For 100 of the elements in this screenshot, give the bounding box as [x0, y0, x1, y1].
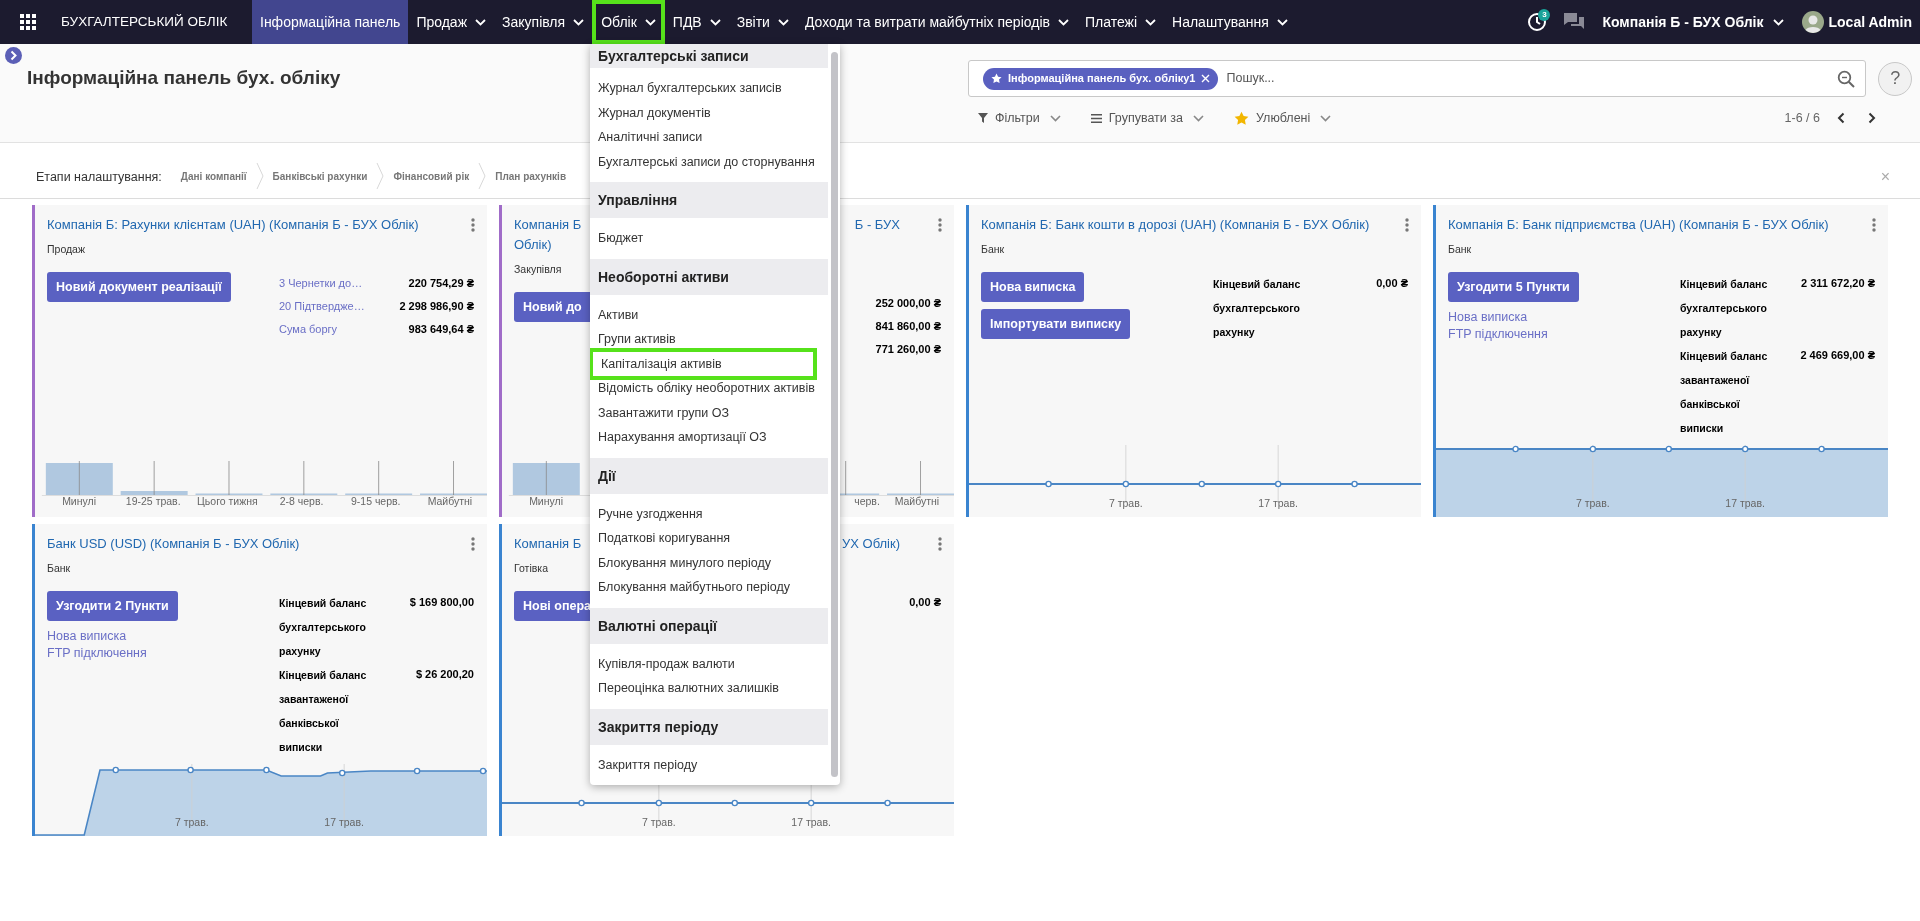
- caret-icon: [709, 18, 721, 26]
- data-point: [731, 799, 739, 807]
- menu-item[interactable]: Блокування минулого періоду: [590, 550, 828, 575]
- filter-dropdown[interactable]: Фільтри: [978, 108, 1061, 128]
- data-point: [807, 799, 815, 807]
- stat-value: 2 298 986,90 ₴: [399, 299, 474, 314]
- menu-item[interactable]: Податкові коригування: [590, 526, 828, 551]
- card-title-link[interactable]: УХ Облік): [842, 534, 900, 554]
- nav-menu-item[interactable]: Інформаційна панель: [252, 0, 409, 44]
- axis-label: Минулі: [62, 494, 96, 510]
- kebab-menu-icon[interactable]: [471, 537, 475, 551]
- menu-item[interactable]: Відомість обліку необоротних активів: [590, 376, 828, 401]
- nav-menu-item[interactable]: Закупівля: [494, 0, 593, 44]
- expand-chevron-icon[interactable]: [5, 47, 22, 64]
- menu-item[interactable]: Аналітичні записи: [590, 125, 828, 150]
- menu-item[interactable]: Бюджет: [590, 226, 828, 251]
- menu-item[interactable]: Купівля-продаж валюти: [590, 651, 828, 676]
- card-title-link[interactable]: Компанія Б: Банк кошти в дорозі (UAH) (Компанія Б - БУХ Облік): [981, 215, 1370, 235]
- card-title-link[interactable]: Компанія Б: [514, 215, 582, 235]
- menu-item[interactable]: Ручне узгодження: [590, 501, 828, 526]
- menu-item[interactable]: Завантажити групи ОЗ: [590, 400, 828, 425]
- company-switcher[interactable]: Компанія Б - БУХ Облік: [1602, 11, 1784, 33]
- step-separator: [376, 163, 385, 189]
- stat-link[interactable]: Сума боргу: [279, 318, 338, 341]
- stat-value: 2 311 672,20 ₴: [1801, 276, 1875, 291]
- user-menu[interactable]: Local Admin: [1801, 11, 1912, 33]
- stat-link[interactable]: 3 Чернетки до…: [279, 272, 363, 295]
- kebab-menu-icon[interactable]: [471, 218, 475, 232]
- caret-icon: [777, 18, 789, 26]
- nav-menu-item[interactable]: ПДВ: [664, 0, 729, 44]
- data-point: [1741, 445, 1749, 453]
- apps-menu-icon[interactable]: [20, 14, 36, 30]
- nav-menu-item[interactable]: Звіти: [728, 0, 797, 44]
- axis-label: 7 трав.: [1108, 496, 1143, 512]
- notification-badge: 3: [1538, 9, 1551, 21]
- setup-step[interactable]: Фінансовий рік: [384, 165, 479, 189]
- nav-menu-item[interactable]: Продаж: [408, 0, 495, 44]
- kebab-menu-icon[interactable]: [938, 218, 942, 232]
- filter-dropdown[interactable]: Улюблені: [1234, 108, 1332, 128]
- menu-item[interactable]: Журнал бухгалтерських записів: [590, 76, 828, 101]
- action-button[interactable]: Імпортувати виписку: [981, 309, 1131, 339]
- setup-step[interactable]: Дані компанії: [171, 165, 256, 189]
- stat-value: 220 754,29 ₴: [408, 276, 474, 291]
- menu-item[interactable]: Групи активів: [590, 327, 828, 352]
- menu-item[interactable]: Бухгалтерські записи до сторнування: [590, 149, 828, 174]
- data-point: [1351, 480, 1358, 488]
- menu-item[interactable]: Переоцінка валютних залишків: [590, 676, 828, 701]
- app-title: БУХГАЛТЕРСЬКИЙ ОБЛІК: [61, 12, 229, 31]
- data-point: [1045, 480, 1052, 488]
- kebab-menu-icon[interactable]: [1872, 218, 1876, 232]
- kebab-menu-icon[interactable]: [1405, 218, 1409, 232]
- nav-menu-item[interactable]: Облік: [592, 0, 665, 44]
- previous-page-icon[interactable]: [1837, 112, 1845, 124]
- menu-item[interactable]: Нарахування амортизації ОЗ: [590, 425, 828, 450]
- card-title-link[interactable]: Компанія Б: [514, 534, 582, 554]
- caret-icon: [1057, 18, 1069, 26]
- card-title-link[interactable]: Облік): [514, 235, 552, 255]
- action-button[interactable]: Новий документ реалізації: [47, 272, 231, 302]
- menu-section-header: Бухгалтерські записи: [590, 44, 828, 68]
- setup-step[interactable]: План рахунків: [486, 165, 576, 189]
- next-page-icon[interactable]: [1868, 112, 1876, 124]
- caret-icon: [475, 18, 487, 26]
- data-point: [884, 799, 891, 807]
- nav-menu-item[interactable]: Доходи та витрати майбутніх періодів: [796, 0, 1077, 44]
- card-link[interactable]: Нова виписка: [1448, 309, 1548, 326]
- stat-value: 2 469 669,00 ₴: [1800, 348, 1875, 363]
- scrollbar[interactable]: [830, 52, 838, 777]
- axis-label: 17 трав.: [791, 815, 831, 831]
- activity-clock-icon[interactable]: [1527, 12, 1548, 32]
- action-button[interactable]: Узгодити 5 Пункти: [1448, 272, 1579, 302]
- bar: [512, 463, 580, 495]
- action-button[interactable]: Узгодити 2 Пункти: [47, 591, 178, 621]
- search-icon[interactable]: [1837, 69, 1856, 88]
- nav-menu-item[interactable]: Платежі: [1076, 0, 1165, 44]
- kebab-menu-icon[interactable]: [938, 537, 942, 551]
- card-title-link[interactable]: Б - БУХ: [854, 215, 900, 235]
- chat-icon[interactable]: [1564, 13, 1585, 31]
- axis-label: 19-25 трав.: [125, 494, 181, 510]
- filter-icon: [978, 113, 988, 123]
- setup-step[interactable]: Банківські рахунки: [263, 165, 377, 189]
- close-icon[interactable]: [1201, 74, 1211, 83]
- card-link[interactable]: FTP підключення: [47, 645, 147, 662]
- data-point: [187, 766, 194, 774]
- pager-counter: 1-6 / 6: [1784, 109, 1820, 127]
- step-separator: [255, 163, 264, 189]
- nav-menu-item[interactable]: Налаштування: [1164, 0, 1296, 44]
- card-link[interactable]: FTP підключення: [1448, 326, 1548, 343]
- menu-item[interactable]: Закриття періоду: [590, 752, 828, 777]
- card-title-link[interactable]: Банк USD (USD) (Компанія Б - БУХ Облік): [47, 534, 300, 554]
- card-link[interactable]: Нова виписка: [47, 628, 147, 645]
- card-title-link[interactable]: Компанія Б: Банк підприємства (UAH) (Компанія Б - БУХ Облік): [1448, 215, 1829, 235]
- filter-facet[interactable]: Інформаційна панель бух. обліку1: [983, 67, 1219, 90]
- card-subtitle: Банк: [47, 561, 71, 575]
- search-field[interactable]: Інформаційна панель бух. обліку1 Пошук...: [968, 60, 1867, 97]
- filter-dropdown[interactable]: Групувати за: [1090, 108, 1204, 128]
- menu-item[interactable]: Журнал документів: [590, 100, 828, 125]
- card-title-link[interactable]: Компанія Б: Рахунки клієнтам (UAH) (Компанія Б - БУХ Облік): [47, 215, 419, 235]
- help-button[interactable]: ?: [1878, 61, 1912, 96]
- action-button[interactable]: Нова виписка: [981, 272, 1085, 302]
- stat-link[interactable]: 20 Підтвердже…: [279, 295, 365, 318]
